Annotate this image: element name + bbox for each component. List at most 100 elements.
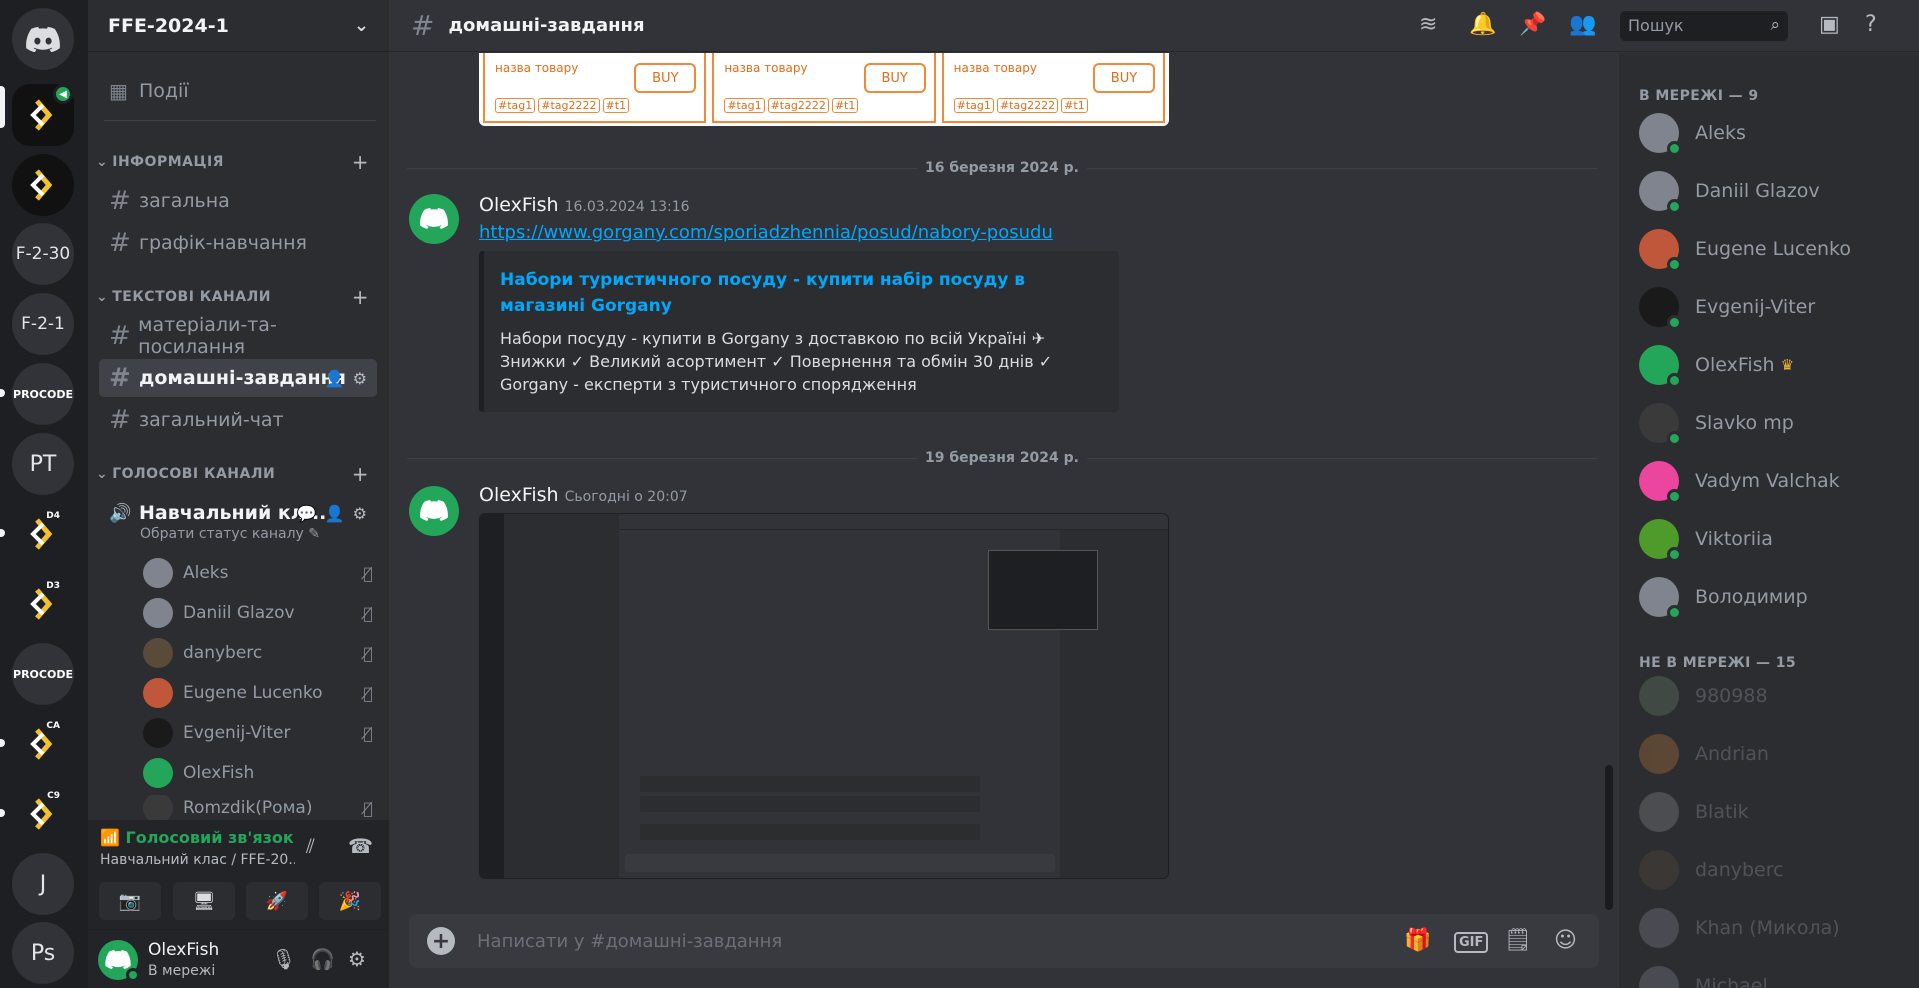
- message-composer[interactable]: + Написати у #домашні-завдання 🎁 GIF 🗒 ☺: [409, 914, 1599, 968]
- member-item[interactable]: Blatik: [1639, 790, 1909, 834]
- events-item[interactable]: ▦ Події: [99, 72, 377, 110]
- add-channel-icon[interactable]: +: [352, 462, 369, 486]
- avatar: [1639, 113, 1682, 156]
- voice-connected-status[interactable]: 📶 Голосовий зв'язок пі: [100, 828, 295, 847]
- emoji-icon[interactable]: ☺: [1554, 928, 1577, 953]
- voice-user[interactable]: Evgenij-Viter 🎙̸: [143, 715, 383, 751]
- add-channel-icon[interactable]: +: [352, 150, 369, 174]
- member-item[interactable]: Andrian: [1639, 732, 1909, 776]
- author-name[interactable]: OlexFish: [479, 484, 559, 506]
- voice-user-name: Evgenij-Viter: [183, 723, 291, 743]
- screenshot-attachment[interactable]: [479, 513, 1169, 879]
- home-button[interactable]: [12, 8, 74, 70]
- member-item[interactable]: OlexFish ♛: [1639, 343, 1909, 388]
- screen-share-button[interactable]: 🖥: [173, 882, 235, 920]
- server-d3[interactable]: D3: [12, 573, 74, 635]
- avatar: [1639, 792, 1679, 832]
- gear-icon[interactable]: ⚙: [353, 504, 367, 523]
- server-ps[interactable]: Ps: [12, 922, 74, 984]
- speaker-badge-icon: ◀: [53, 84, 73, 104]
- pin-icon[interactable]: 📌: [1519, 12, 1546, 37]
- voice-user[interactable]: Aleks 🎙̸: [143, 555, 383, 591]
- members-icon[interactable]: 👥: [1569, 12, 1596, 37]
- guild-header[interactable]: FFE-2024-1 ⌄: [88, 0, 389, 52]
- member-item[interactable]: 980988: [1639, 674, 1909, 718]
- server-d4[interactable]: D4: [12, 503, 74, 565]
- soundboard-button[interactable]: 🎉: [319, 882, 381, 920]
- headphones-icon[interactable]: 🎧: [310, 947, 335, 971]
- noise-suppression-icon[interactable]: ⫽: [306, 834, 315, 858]
- member-item[interactable]: Khan (Микола): [1639, 906, 1909, 950]
- member-item[interactable]: danyberc: [1639, 848, 1909, 892]
- chat-scrollbar[interactable]: [1605, 765, 1613, 910]
- member-item[interactable]: Michael: [1639, 964, 1909, 988]
- product-cards-image[interactable]: назва товару BUY #tag1 #tag2222 #t1 назва …: [479, 53, 1169, 126]
- voice-user[interactable]: danyberc 🎙̸: [143, 635, 383, 671]
- add-channel-icon[interactable]: +: [352, 285, 369, 309]
- avatar[interactable]: [409, 486, 459, 536]
- add-attachment-icon[interactable]: +: [427, 927, 455, 955]
- message-list[interactable]: назва товару BUY #tag1 #tag2222 #t1 назва …: [389, 53, 1619, 913]
- server-f-2-1[interactable]: F-2-1: [12, 293, 74, 355]
- online-indicator: [1667, 141, 1682, 156]
- server-pt[interactable]: PT: [12, 433, 74, 495]
- channel-general[interactable]: # загальна: [99, 182, 377, 220]
- category-voice[interactable]: ⌄ ГОЛОСОВІ КАНАЛИ +: [96, 462, 381, 486]
- product-card: назва товару BUY #tag1 #tag2222 #t1: [483, 53, 707, 123]
- category-text[interactable]: ⌄ ТЕКСТОВІ КАНАЛИ +: [96, 285, 381, 309]
- voice-user[interactable]: Romzdik(Рома) 🎙̸: [143, 795, 383, 821]
- member-item[interactable]: Slavko mp: [1639, 401, 1909, 446]
- voice-user[interactable]: Daniil Glazov 🎙̸: [143, 595, 383, 631]
- disconnect-icon[interactable]: ☎: [348, 834, 373, 858]
- channel-homework[interactable]: # домашні-завдання 👤 ⚙: [99, 359, 377, 397]
- activity-button[interactable]: 🚀: [246, 882, 308, 920]
- sticker-icon[interactable]: 🗒: [1504, 928, 1532, 953]
- member-item[interactable]: Viktoriia: [1639, 517, 1909, 562]
- mini-channel-sidebar: [504, 514, 619, 878]
- member-item[interactable]: Володимир: [1639, 575, 1909, 620]
- category-info[interactable]: ⌄ ІНФОРМАЦІЯ +: [96, 150, 381, 174]
- server-j[interactable]: J: [12, 853, 74, 915]
- mini-code-block: [640, 776, 980, 792]
- channel-general-chat[interactable]: # загальний-чат: [99, 401, 377, 439]
- member-item[interactable]: Daniil Glazov: [1639, 169, 1909, 214]
- embed-title[interactable]: Набори туристичного посуду - купити набі…: [500, 267, 1103, 319]
- voice-channel-link[interactable]: Навчальний клас / FFE-20...: [100, 852, 295, 868]
- server-c9[interactable]: C9: [12, 783, 74, 845]
- camera-toggle-button[interactable]: 📷: [99, 882, 161, 920]
- invite-icon[interactable]: 👤: [325, 504, 345, 523]
- member-item[interactable]: Aleks: [1639, 111, 1909, 156]
- server-procode[interactable]: PROCODE: [12, 363, 74, 425]
- search-input[interactable]: Пошук ⌕: [1620, 11, 1788, 41]
- invite-icon[interactable]: 👤: [325, 369, 345, 388]
- help-icon[interactable]: ?: [1865, 12, 1877, 37]
- server-f-2-30[interactable]: F-2-30: [12, 223, 74, 285]
- gear-icon[interactable]: ⚙: [353, 369, 367, 388]
- gear-icon[interactable]: ⚙: [348, 947, 366, 971]
- threads-icon[interactable]: ≋: [1419, 12, 1437, 37]
- chat-icon[interactable]: 💬: [297, 504, 317, 523]
- server-e7[interactable]: [12, 154, 74, 216]
- hash-icon: #: [109, 363, 131, 393]
- discord-logo-icon: [420, 500, 448, 521]
- member-item[interactable]: Eugene Lucenko: [1639, 227, 1909, 272]
- channel-materials[interactable]: # матеріали-та-посилання: [99, 314, 377, 358]
- voice-user[interactable]: OlexFish: [143, 755, 383, 791]
- microphone-icon[interactable]: 🎙: [271, 947, 296, 971]
- bell-icon[interactable]: 🔔: [1469, 12, 1496, 37]
- member-item[interactable]: Vadym Valchak: [1639, 459, 1909, 504]
- inbox-icon[interactable]: ▣: [1819, 12, 1840, 37]
- server-ca[interactable]: CA: [12, 713, 74, 775]
- voice-status-prompt[interactable]: Обрати статус каналу ✎: [140, 526, 320, 542]
- author-name[interactable]: OlexFish: [479, 194, 559, 216]
- message-link[interactable]: https://www.gorgany.com/sporiadzhennia/p…: [479, 222, 1053, 243]
- link-embed: Набори туристичного посуду - купити набі…: [479, 251, 1119, 412]
- channel-schedule[interactable]: # графік-навчання: [99, 224, 377, 262]
- voice-user[interactable]: Eugene Lucenko 🎙̸: [143, 675, 383, 711]
- gift-icon[interactable]: 🎁: [1404, 928, 1431, 953]
- avatar[interactable]: [409, 194, 459, 244]
- message-header: OlexFish Сьогодні о 20:07: [479, 484, 688, 506]
- member-item[interactable]: Evgenij-Viter: [1639, 285, 1909, 330]
- gif-icon[interactable]: GIF: [1454, 932, 1489, 953]
- server-procode-2[interactable]: PROCODE: [12, 643, 74, 705]
